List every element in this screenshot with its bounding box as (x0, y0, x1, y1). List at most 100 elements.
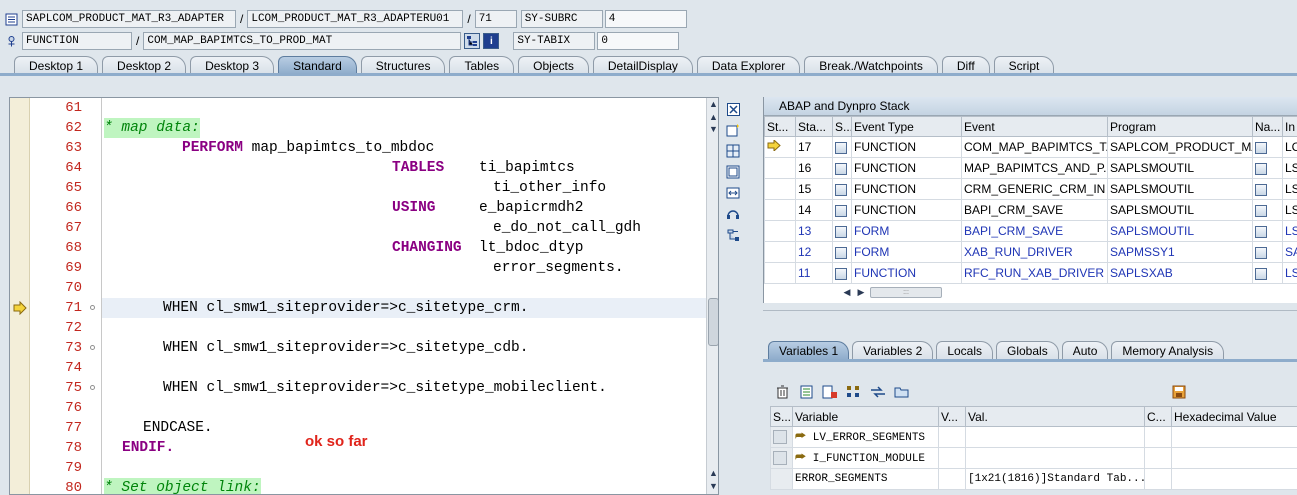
header-row-program: SAPLCOM_PRODUCT_MAT_R3_ADAPTER / LCOM_PR… (4, 9, 687, 29)
panel-splitter[interactable] (763, 310, 1297, 326)
tab-desktop-3[interactable]: Desktop 3 (190, 56, 275, 74)
column-header[interactable]: Sta... (795, 116, 833, 137)
column-header[interactable]: Hexadecimal Value (1171, 406, 1297, 427)
info-icon[interactable]: i (483, 33, 500, 49)
column-header[interactable]: St... (764, 116, 796, 137)
new-tool-icon[interactable] (724, 121, 742, 139)
stack-row[interactable]: 12 FORM XAB_RUN_DRIVER SAPMSSY1 SA (764, 241, 1297, 263)
maximize-icon[interactable] (724, 163, 742, 181)
scroll-top-icon[interactable]: ▲ (709, 99, 718, 109)
tab-memory-analysis[interactable]: Memory Analysis (1111, 341, 1225, 360)
scroll-right-icon[interactable]: ▶ (854, 287, 868, 298)
transfer-icon[interactable] (869, 383, 887, 401)
tab-data-explorer[interactable]: Data Explorer (696, 56, 801, 74)
navigate-icon[interactable] (1252, 220, 1283, 242)
tab-auto[interactable]: Auto (1061, 341, 1109, 360)
variable-name-cell[interactable]: ERROR_SEGMENTS (792, 468, 939, 490)
variable-value[interactable] (965, 426, 1145, 448)
tab-variables-2[interactable]: Variables 2 (852, 341, 934, 360)
tools-icon[interactable] (724, 226, 742, 244)
code-text: lt_bdoc_dtyp (461, 240, 584, 256)
column-header[interactable]: S... (832, 116, 852, 137)
navigate-icon[interactable] (1252, 178, 1283, 200)
stack-row[interactable]: 17 FUNCTION COM_MAP_BAPIMTCS_T... SAPLCO… (764, 136, 1297, 158)
stack-row[interactable]: 16 FUNCTION MAP_BAPIMTCS_AND_P... SAPLSM… (764, 157, 1297, 179)
navigate-icon[interactable] (1252, 241, 1283, 263)
close-icon[interactable] (724, 100, 742, 118)
navigate-icon[interactable] (1252, 157, 1283, 179)
swap-icon[interactable] (724, 184, 742, 202)
navigate-icon[interactable] (1252, 136, 1283, 158)
column-header[interactable]: Na... (1252, 116, 1283, 137)
stack-row[interactable]: 15 FUNCTION CRM_GENERIC_CRM_IN SAPLSMOUT… (764, 178, 1297, 200)
tab-tables[interactable]: Tables (449, 56, 515, 74)
headset-icon[interactable] (724, 205, 742, 223)
open-folder-icon[interactable] (893, 383, 911, 401)
navigate-icon[interactable] (1252, 262, 1283, 284)
row-selector[interactable] (770, 468, 793, 490)
column-header[interactable]: In (1282, 116, 1297, 137)
variable-name-cell[interactable]: ⮫ LV_ERROR_SEGMENTS (792, 426, 939, 448)
column-header[interactable]: Val. (965, 406, 1145, 427)
column-header[interactable]: Variable (792, 406, 939, 427)
scroll-up-bottom-icon[interactable]: ▲ (709, 468, 718, 478)
tab-diff[interactable]: Diff (941, 56, 990, 74)
keyword: CHANGING (392, 240, 462, 256)
scroll-down-bottom-icon[interactable]: ▼ (709, 481, 718, 491)
tab-desktop-1[interactable]: Desktop 1 (14, 56, 99, 74)
column-header[interactable]: Event (961, 116, 1108, 137)
column-header[interactable]: Program (1107, 116, 1253, 137)
save-icon[interactable] (1171, 384, 1187, 400)
tab-objects[interactable]: Objects (518, 56, 589, 74)
variable-row[interactable]: ⮫ I_FUNCTION_MODULE (770, 447, 1297, 469)
function-icon[interactable] (4, 34, 18, 48)
scroll-up-icon[interactable]: ▲ (709, 112, 718, 122)
scroll-thumb[interactable] (708, 298, 718, 346)
variable-value[interactable] (965, 447, 1145, 469)
hierarchy-icon[interactable] (464, 33, 481, 49)
tab-locals[interactable]: Locals (936, 341, 993, 360)
stack-row[interactable]: 13 FORM BAPI_CRM_SAVE SAPLSMOUTIL LS (764, 220, 1297, 242)
structure-icon[interactable] (845, 383, 863, 401)
list-icon[interactable] (797, 383, 815, 401)
tab-variables-1[interactable]: Variables 1 (768, 341, 850, 360)
program-name: SAPLSMOUTIL (1107, 220, 1253, 242)
source-editor[interactable]: 61 62 * map data: 63 PERFORM map_bapimtcs_… (9, 97, 719, 495)
column-header[interactable]: V... (938, 406, 966, 427)
variable-row[interactable]: ERROR_SEGMENTS [1x21(1816)]Standard Tab.… (770, 468, 1297, 490)
editor-vertical-scrollbar[interactable]: ▲ ▲ ▼ ▲ ▼ (706, 98, 718, 494)
line-number: 80 (65, 480, 82, 495)
variable-name-cell[interactable]: ⮫ I_FUNCTION_MODULE (792, 447, 939, 469)
code-line: 65 ti_other_info (10, 178, 706, 198)
source-icon[interactable] (4, 12, 18, 26)
stack-horizontal-scrollbar[interactable]: ◀ ▶ ::: (840, 285, 1120, 299)
variable-name: LV_ERROR_SEGMENTS (812, 432, 926, 444)
export-icon[interactable] (821, 383, 839, 401)
row-selector[interactable] (770, 426, 793, 448)
tab-desktop-2[interactable]: Desktop 2 (102, 56, 187, 74)
tab-script[interactable]: Script (993, 56, 1055, 74)
column-header[interactable]: C... (1144, 406, 1172, 427)
sysfield-value-2[interactable]: 0 (597, 32, 680, 50)
event-type: FUNCTION (851, 178, 962, 200)
variable-value[interactable]: [1x21(1816)]Standard Tab... (965, 468, 1145, 490)
column-header[interactable]: Event Type (851, 116, 962, 137)
navigate-icon[interactable] (1252, 199, 1283, 221)
variable-row[interactable]: ⮫ LV_ERROR_SEGMENTS (770, 426, 1297, 448)
tab-detaildisplay[interactable]: DetailDisplay (592, 56, 693, 74)
scroll-left-icon[interactable]: ◀ (840, 287, 854, 298)
tab-break-watchpoints[interactable]: Break./Watchpoints (804, 56, 938, 74)
scroll-down-icon[interactable]: ▼ (709, 124, 718, 134)
row-selector[interactable] (770, 447, 793, 469)
event-type: FUNCTION (851, 199, 962, 221)
column-header[interactable]: S... (770, 406, 793, 427)
tab-globals[interactable]: Globals (996, 341, 1059, 360)
sysfield-value-1[interactable]: 4 (604, 10, 687, 28)
stack-row[interactable]: 14 FUNCTION BAPI_CRM_SAVE SAPLSMOUTIL LS (764, 199, 1297, 221)
scroll-thumb[interactable]: ::: (870, 286, 942, 298)
delete-icon[interactable] (773, 383, 791, 401)
split-icon[interactable] (724, 142, 742, 160)
tab-structures[interactable]: Structures (360, 56, 446, 74)
tab-standard[interactable]: Standard (278, 56, 357, 74)
stack-row[interactable]: 11 FUNCTION RFC_RUN_XAB_DRIVER SAPLSXAB … (764, 262, 1297, 284)
